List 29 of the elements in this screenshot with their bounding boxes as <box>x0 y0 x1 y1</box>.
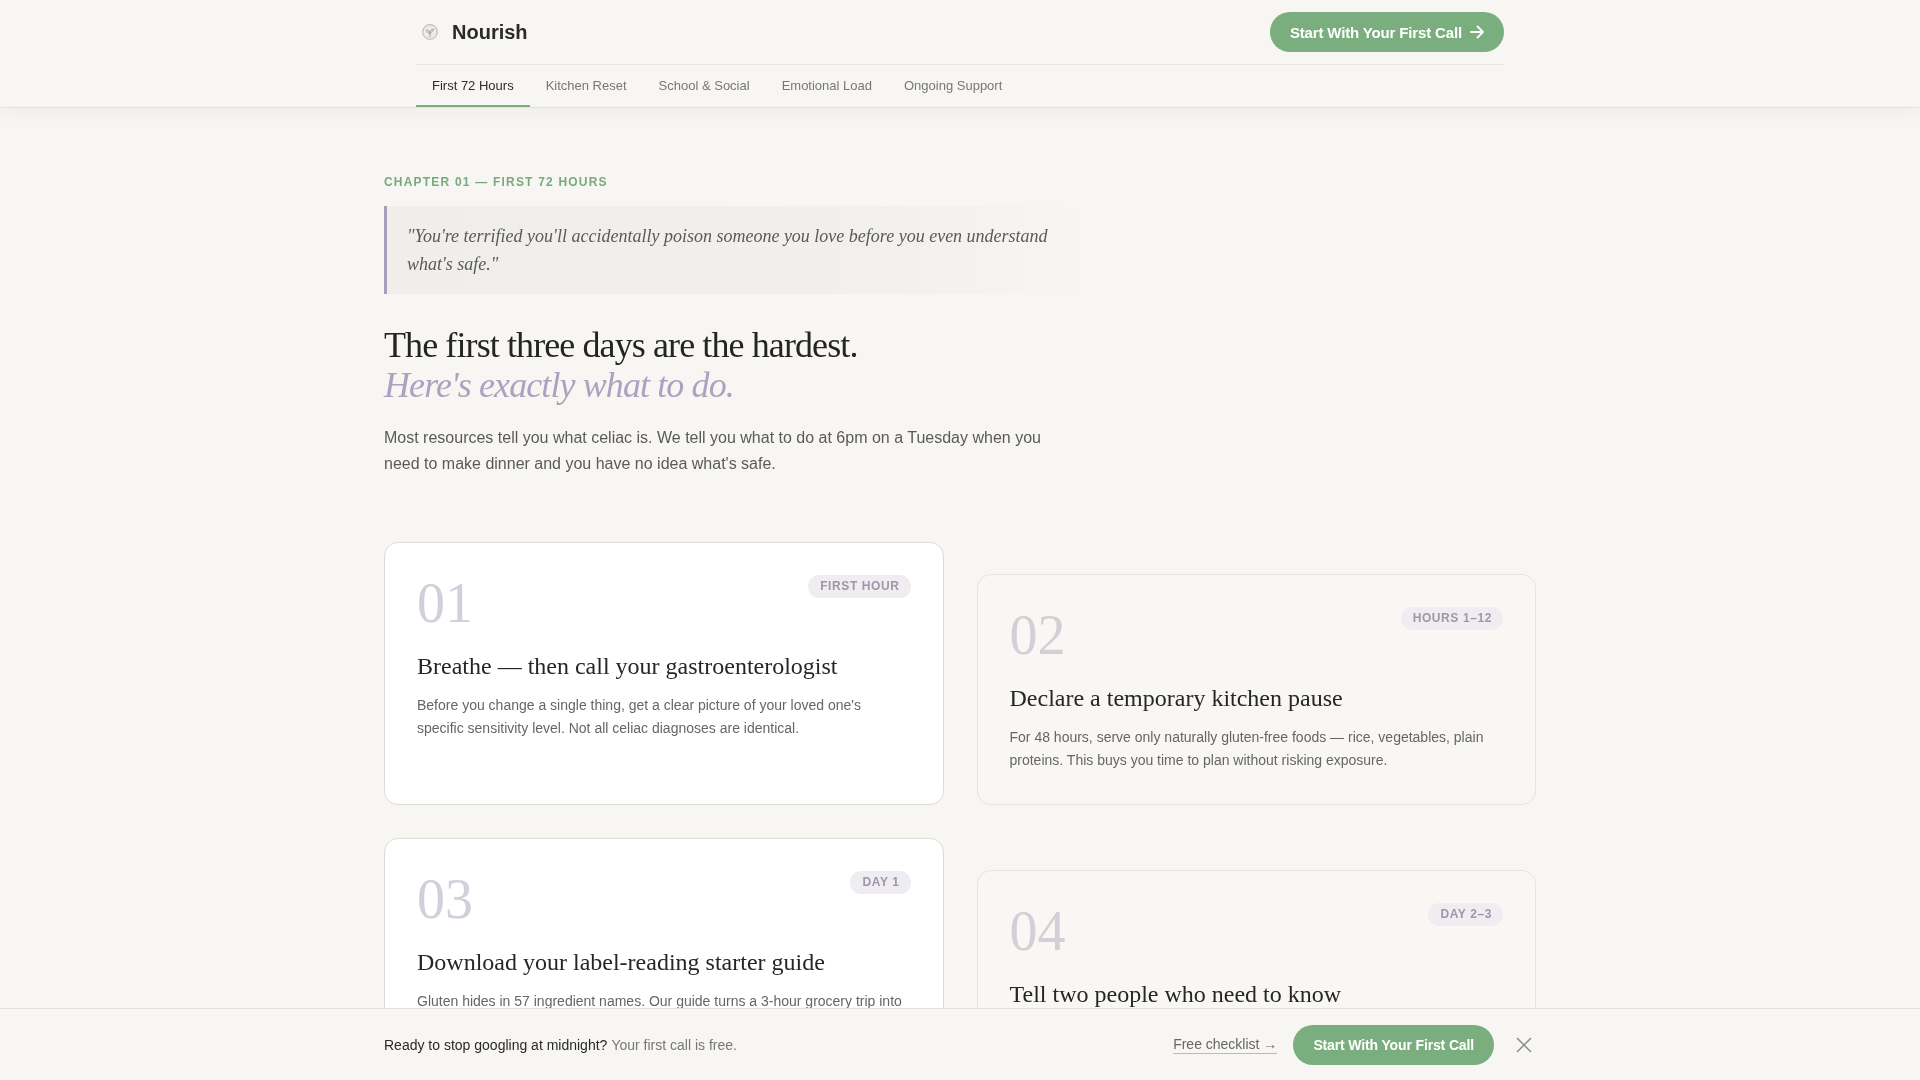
tab[interactable]: Ongoing Support <box>888 65 1019 107</box>
tab[interactable]: Kitchen Reset <box>529 65 643 107</box>
time-badge: DAY 1 <box>850 871 911 895</box>
step-description: Gluten hides in 57 ingredient names. Our guide turns a 3-hour grocery trip into <box>417 992 903 1012</box>
step-title: Declare a temporary kitchen pause <box>1009 684 1344 714</box>
step-description: Before you change a single thing, get a clear picture of your loved one's specific sensitivity level. Not all celiac diagnoses are identical. <box>417 696 862 739</box>
cta-note: Your first call is free. <box>611 1036 737 1053</box>
time-badge: FIRST HOUR <box>808 575 911 599</box>
intro-text: Most resources tell you what celiac is. We tell you what to do at 6pm on a Tuesday when you need to make dinner and you have no idea what's safe. <box>384 428 1042 474</box>
tab[interactable]: School & Social <box>642 65 766 107</box>
page-subheading: Here's exactly what to do. <box>384 365 735 405</box>
tab[interactable]: First 72 Hours <box>416 65 530 107</box>
time-badge: DAY 2–3 <box>1428 903 1503 927</box>
step-title: Download your label-reading starter guide <box>417 948 826 978</box>
start-call-button[interactable]: Start With Your First Call <box>1293 1024 1494 1065</box>
step-description: For 48 hours, serve only naturally gluten-free foods — rice, vegetables, plain proteins. This buys you time to plan without risking exposure. <box>1009 728 1485 771</box>
time-badge: HOURS 1–12 <box>1400 607 1503 631</box>
cta-question: Ready to stop googling at midnight? <box>384 1036 608 1053</box>
free-checklist-link[interactable]: Free checklist → <box>1173 1035 1278 1054</box>
close-icon <box>1516 1036 1532 1053</box>
logo-icon <box>422 24 438 40</box>
tab[interactable]: Emotional Load <box>765 65 888 107</box>
chapter-label: CHAPTER 01 — FIRST 72 HOURS <box>384 174 609 191</box>
page-heading: The first three days are the hardest. <box>384 325 859 365</box>
step-title: Breathe — then call your gastroenterologist <box>417 652 839 682</box>
start-call-button[interactable]: Start With Your First Call <box>1269 12 1504 52</box>
arrow-right-icon <box>1470 25 1484 39</box>
step-title: Tell two people who need to know <box>1009 980 1343 1010</box>
brand-name: Nourish <box>452 20 528 44</box>
